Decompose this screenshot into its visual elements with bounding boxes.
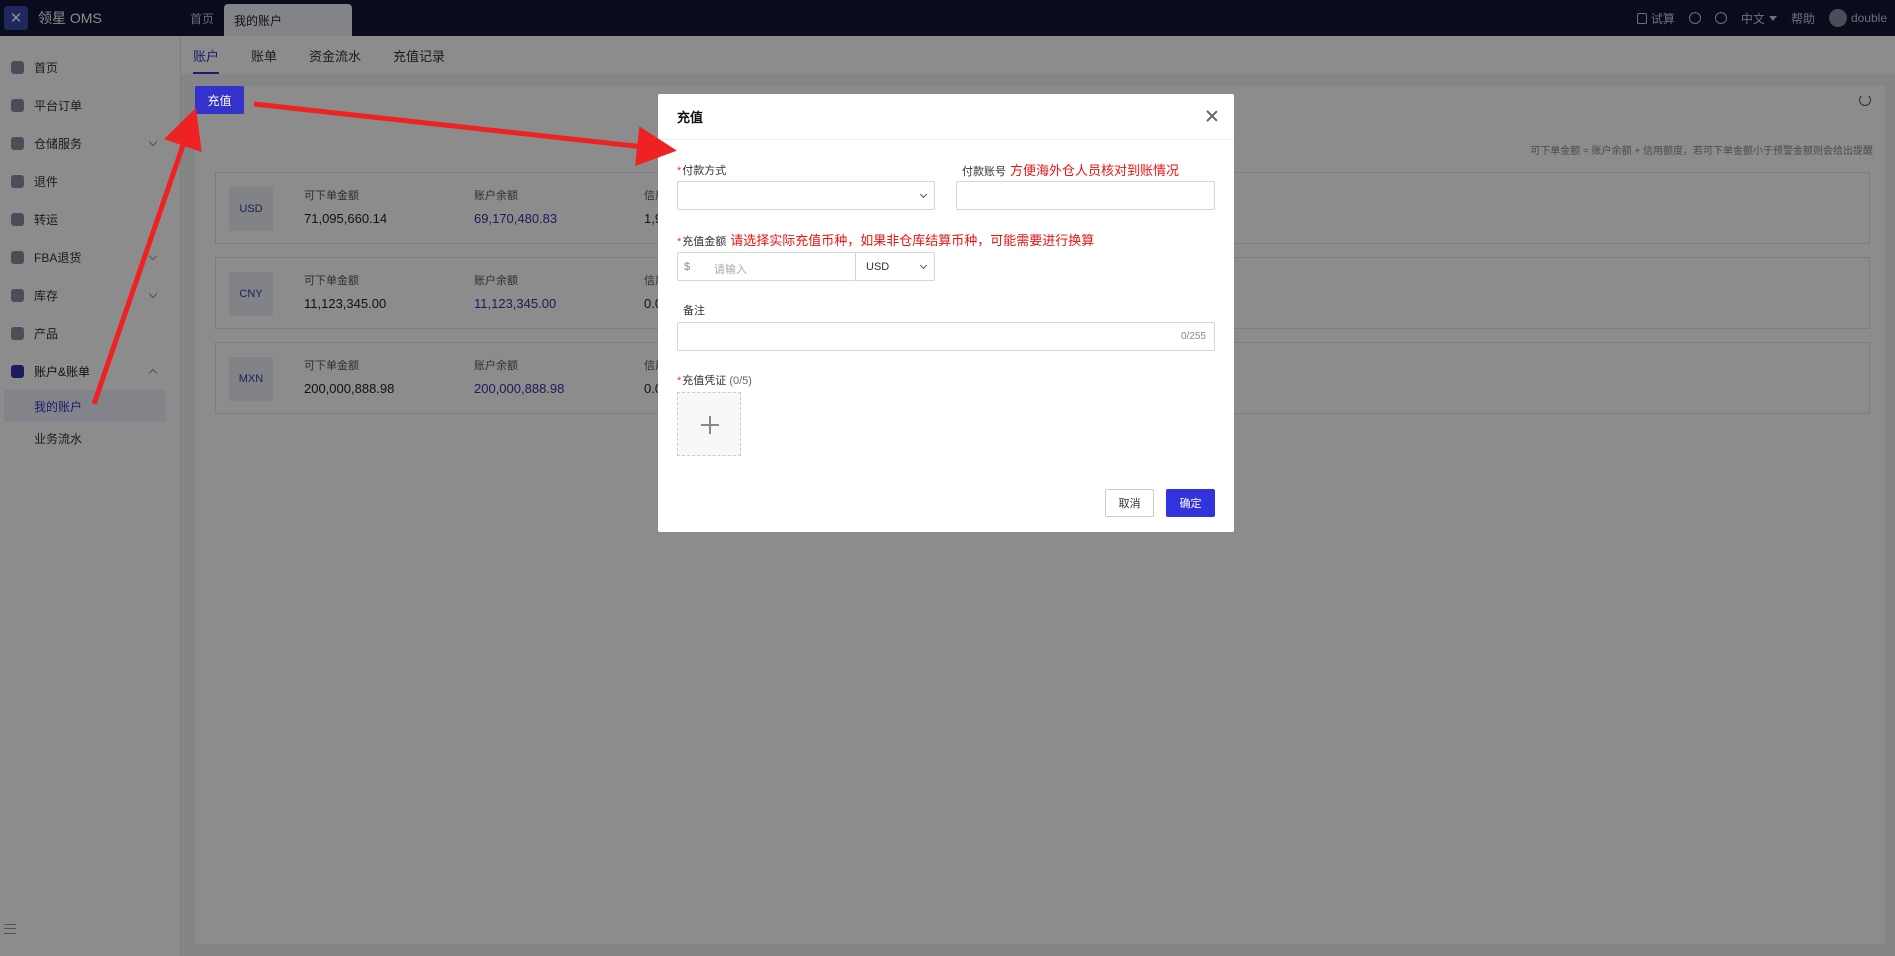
chevron-down-icon (919, 190, 928, 199)
modal-header: 充值 (658, 94, 1234, 140)
currency-value: USD (866, 261, 890, 273)
voucher-label: *充值凭证 (0/5) (677, 375, 752, 387)
remark-label: 备注 (683, 305, 705, 317)
remark-input[interactable]: 0/255 (677, 322, 1215, 351)
pay-method-select[interactable] (677, 181, 935, 210)
amount-label: *充值金额 请选择实际充值币种，如果非仓库结算币种，可能需要进行换算 (677, 233, 1095, 248)
cancel-button[interactable]: 取消 (1105, 489, 1154, 517)
pay-method-label: *付款方式 (677, 165, 727, 177)
close-icon[interactable] (1206, 110, 1218, 122)
confirm-button[interactable]: 确定 (1166, 489, 1215, 517)
pay-account-label: 付款账号 方便海外仓人员核对到账情况 (962, 163, 1180, 178)
recharge-button-highlight[interactable]: 充值 (195, 86, 244, 114)
currency-prefix: $ (684, 261, 691, 273)
remark-counter: 0/255 (1180, 331, 1206, 342)
amount-annotation: 请选择实际充值币种，如果非仓库结算币种，可能需要进行换算 (730, 233, 1095, 248)
recharge-modal: 充值 *付款方式 付款账号 方便海外仓人员核对到账情况 *充值金额 请选择实际充值币… (658, 94, 1234, 532)
currency-select[interactable]: USD (855, 252, 935, 281)
pay-account-input[interactable] (956, 181, 1215, 210)
chevron-down-icon (919, 261, 928, 270)
upload-voucher-button[interactable] (677, 392, 741, 456)
amount-input[interactable]: $ 请输入 (677, 252, 856, 281)
pay-account-annotation: 方便海外仓人员核对到账情况 (1010, 163, 1180, 178)
amount-placeholder: 请输入 (714, 264, 747, 276)
modal-title: 充值 (677, 110, 704, 125)
